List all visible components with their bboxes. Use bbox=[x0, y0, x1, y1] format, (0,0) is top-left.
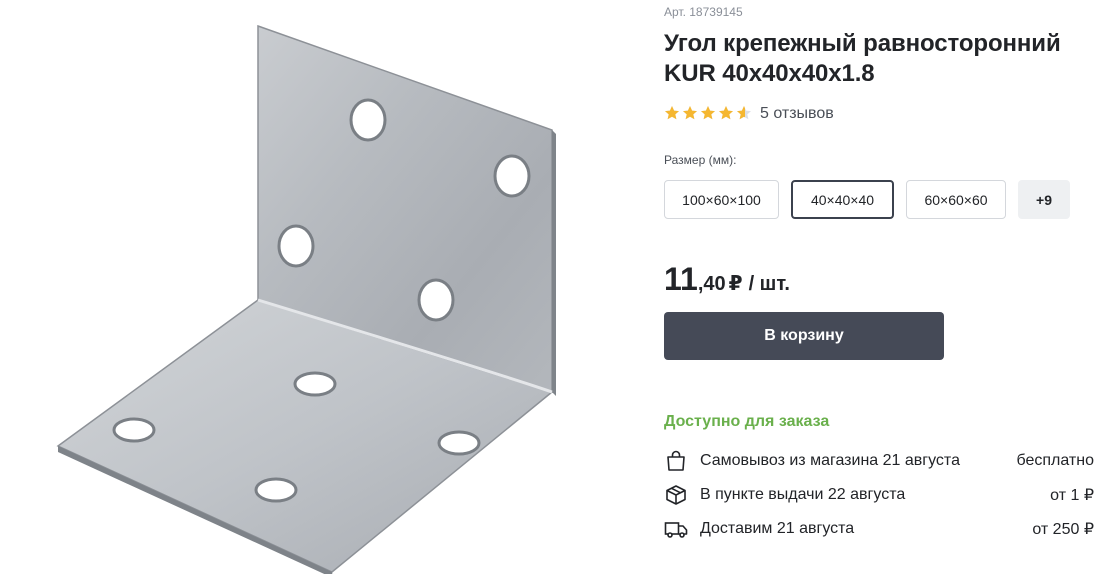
angle-bracket-illustration bbox=[56, 24, 556, 574]
product-sku: Арт. 18739145 bbox=[664, 5, 743, 19]
size-option-40x40x40[interactable]: 40×40×40 bbox=[791, 180, 894, 219]
delivery-row-pickup: Самовывоз из магазина 21 августа бесплат… bbox=[664, 444, 1094, 478]
size-option-100x60x100[interactable]: 100×60×100 bbox=[664, 180, 779, 219]
size-label: Размер (мм): bbox=[664, 153, 737, 167]
delivery-row-pickup-point: В пункте выдачи 22 августа от 1 ₽ bbox=[664, 478, 1094, 512]
size-more-button[interactable]: +9 bbox=[1018, 180, 1070, 219]
availability-status: Доступно для заказа bbox=[664, 413, 830, 430]
add-to-cart-button[interactable]: В корзину bbox=[664, 312, 944, 360]
delivery-cost: бесплатно bbox=[1016, 452, 1095, 469]
price-currency: ₽ bbox=[728, 273, 743, 295]
product-title: Угол крепежный равносторонний KUR 40x40x… bbox=[664, 30, 1061, 87]
delivery-cost: от 1 ₽ bbox=[1050, 487, 1094, 504]
price-decimal: ,40 bbox=[697, 273, 726, 295]
size-options: 100×60×100 40×40×40 60×60×60 +9 bbox=[664, 180, 1082, 219]
product-image[interactable] bbox=[0, 0, 620, 574]
reviews-link[interactable]: 5 отзывов bbox=[760, 105, 834, 123]
stars-filled bbox=[664, 104, 745, 124]
bag-icon bbox=[664, 449, 688, 473]
price-unit: / шт. bbox=[748, 273, 790, 295]
rating-stars bbox=[664, 104, 752, 124]
delivery-row-courier: Доставим 21 августа от 250 ₽ bbox=[664, 512, 1094, 546]
box-icon bbox=[664, 483, 688, 507]
price-integer: 11 bbox=[664, 261, 698, 297]
delivery-text: В пункте выдачи 22 августа bbox=[700, 486, 906, 503]
product-price: 11 ,40 ₽ / шт. bbox=[664, 261, 790, 298]
product-rating[interactable]: 5 отзывов bbox=[664, 104, 834, 124]
delivery-cost: от 250 ₽ bbox=[1032, 521, 1094, 538]
delivery-options: Самовывоз из магазина 21 августа бесплат… bbox=[664, 444, 1094, 546]
size-option-60x60x60[interactable]: 60×60×60 bbox=[906, 180, 1006, 219]
truck-icon bbox=[664, 517, 688, 541]
